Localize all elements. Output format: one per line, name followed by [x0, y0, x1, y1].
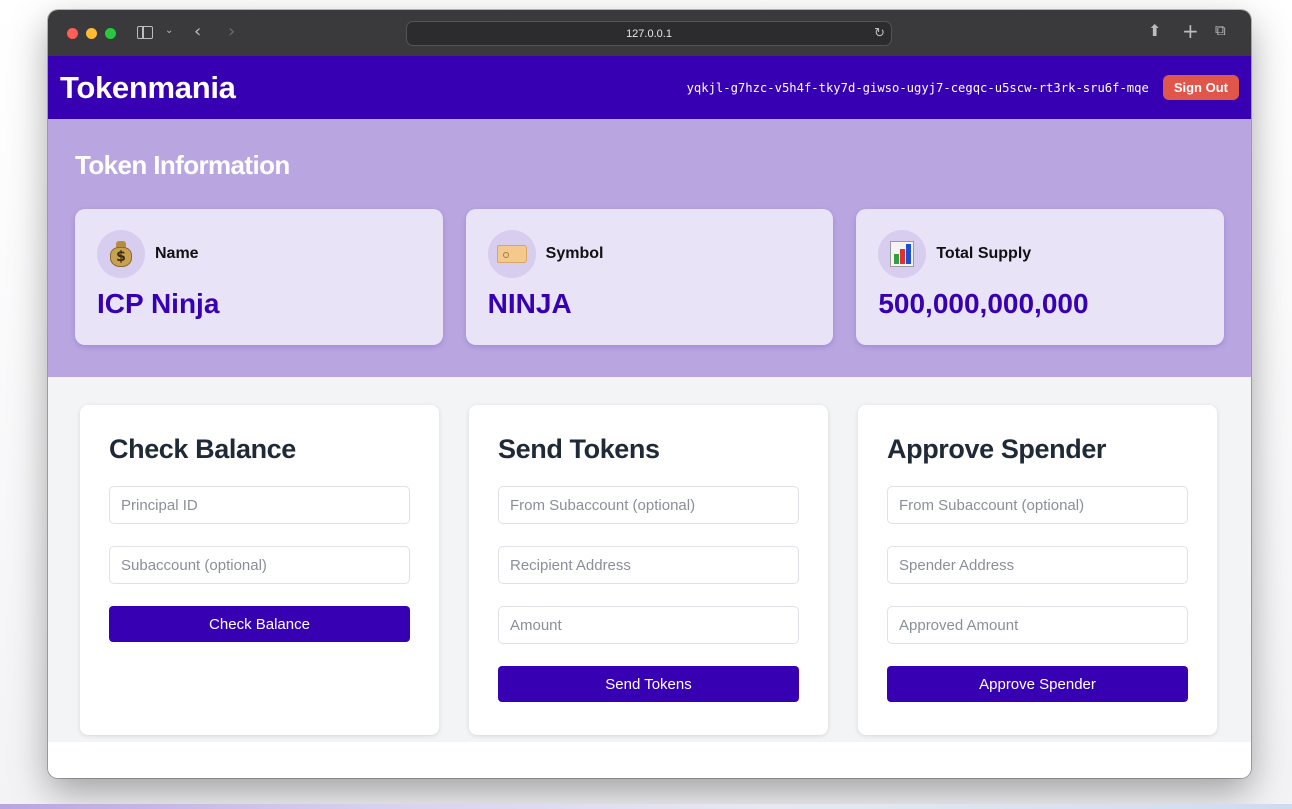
close-window-button[interactable] — [67, 28, 78, 39]
approve-spender-title: Approve Spender — [887, 434, 1107, 464]
address-bar[interactable]: 127.0.0.1 ↻ — [406, 21, 892, 46]
approve-from-subaccount-input[interactable] — [887, 486, 1188, 524]
new-tab-icon[interactable]: + — [1182, 21, 1199, 41]
check-balance-card: Check Balance Check Balance — [80, 405, 439, 735]
maximize-window-button[interactable] — [105, 28, 116, 39]
desktop-background-strip — [0, 804, 1292, 809]
url-text: 127.0.0.1 — [626, 27, 672, 40]
share-icon[interactable]: ⬆ — [1148, 23, 1161, 39]
send-tokens-button[interactable]: Send Tokens — [498, 666, 799, 702]
browser-toolbar: ⌄ ‹ › 127.0.0.1 ↻ ⬆ + ⧉ — [48, 10, 1251, 56]
sidebar-icon[interactable] — [137, 26, 153, 39]
window-controls — [67, 28, 116, 39]
token-information-section: Token Information $ Name ICP Ninja Symbo… — [48, 119, 1251, 377]
back-icon[interactable]: ‹ — [194, 23, 201, 41]
send-tokens-card: Send Tokens Send Tokens — [469, 405, 828, 735]
page-footer-area — [48, 742, 1251, 778]
token-symbol-value: NINJA — [487, 288, 572, 319]
token-info-cards: $ Name ICP Ninja Symbol NINJA Total Supp… — [75, 209, 1225, 345]
money-bag-icon: $ — [97, 230, 145, 278]
approve-spender-card: Approve Spender Approve Spender — [858, 405, 1217, 735]
total-supply-value: 500,000,000,000 — [878, 288, 1089, 319]
app-logo: Tokenmania — [60, 69, 236, 105]
recipient-address-input[interactable] — [498, 546, 799, 584]
chevron-down-icon[interactable]: ⌄ — [165, 26, 173, 36]
token-symbol-card: Symbol NINJA — [465, 209, 834, 345]
forward-icon[interactable]: › — [228, 23, 235, 41]
principal-id-input[interactable] — [109, 486, 410, 524]
check-balance-button[interactable]: Check Balance — [109, 606, 410, 642]
sign-out-button[interactable]: Sign Out — [1162, 75, 1239, 100]
minimize-window-button[interactable] — [86, 28, 97, 39]
app-header: Tokenmania yqkjl-g7hzc-v5h4f-tky7d-giwso… — [48, 56, 1251, 119]
tabs-overview-icon[interactable]: ⧉ — [1215, 23, 1226, 38]
balance-subaccount-input[interactable] — [109, 546, 410, 584]
approve-spender-button[interactable]: Approve Spender — [887, 666, 1188, 702]
token-actions-section: Check Balance Check Balance Send Tokens … — [48, 377, 1251, 742]
browser-window: ⌄ ‹ › 127.0.0.1 ↻ ⬆ + ⧉ Tokenmania yqkjl… — [48, 10, 1251, 778]
token-information-title: Token Information — [75, 150, 290, 180]
tag-icon — [487, 230, 536, 278]
bar-chart-icon — [878, 230, 927, 278]
spender-address-input[interactable] — [887, 546, 1188, 584]
token-symbol-label: Symbol — [545, 245, 604, 262]
send-amount-input[interactable] — [498, 606, 799, 644]
reload-icon[interactable]: ↻ — [874, 26, 885, 41]
approved-amount-input[interactable] — [887, 606, 1188, 644]
header-account: yqkjl-g7hzc-v5h4f-tky7d-giwso-ugyj7-cegq… — [687, 75, 1239, 100]
principal-id: yqkjl-g7hzc-v5h4f-tky7d-giwso-ugyj7-cegq… — [686, 80, 1149, 95]
send-from-subaccount-input[interactable] — [498, 486, 799, 524]
token-name-card: $ Name ICP Ninja — [75, 209, 443, 345]
total-supply-card: Total Supply 500,000,000,000 — [856, 209, 1225, 345]
send-tokens-title: Send Tokens — [498, 434, 660, 464]
total-supply-label: Total Supply — [936, 245, 1032, 262]
token-name-label: Name — [155, 245, 199, 262]
check-balance-title: Check Balance — [109, 434, 296, 464]
token-name-value: ICP Ninja — [97, 288, 220, 319]
